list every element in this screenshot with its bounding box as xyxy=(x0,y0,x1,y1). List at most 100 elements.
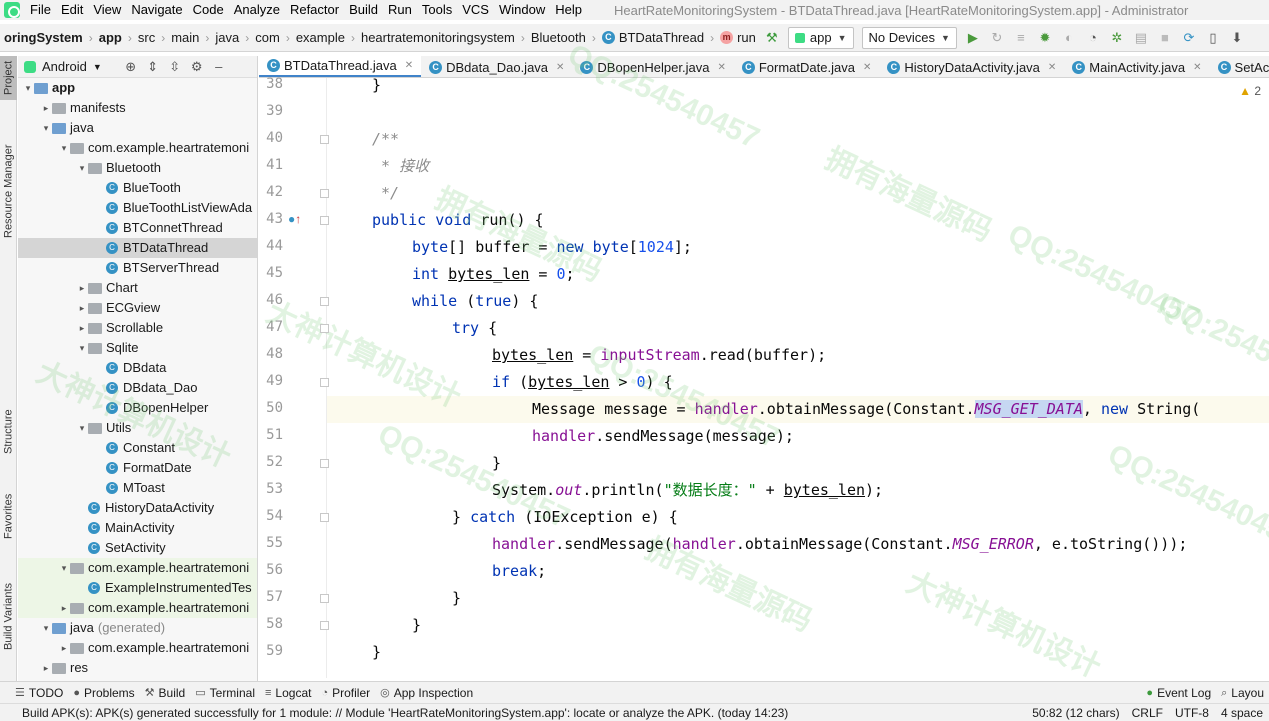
breadcrumb-item[interactable]: com xyxy=(251,30,284,45)
sync-gradle-icon[interactable]: ⟳ xyxy=(1180,29,1198,47)
device-manager-icon[interactable]: ▯ xyxy=(1204,29,1222,47)
breadcrumb-item[interactable]: oringSystem xyxy=(0,30,87,45)
inspection-warnings[interactable]: ▲ 2 xyxy=(1239,84,1261,98)
editor-tab[interactable]: C BTDataThread.java ✕ xyxy=(259,56,422,77)
tree-node[interactable]: ▸ com.example.heartratemoni xyxy=(18,638,257,658)
rerun-icon[interactable]: ↻ xyxy=(988,29,1006,47)
breadcrumb-item[interactable]: C BTDataThread xyxy=(598,30,708,45)
tool-button-app-inspection[interactable]: ◎ App Inspection xyxy=(380,686,473,700)
collapse-all-icon[interactable]: ⇳ xyxy=(164,59,186,75)
tree-node[interactable]: ▾ Sqlite xyxy=(18,338,257,358)
tree-node[interactable]: C SetActivity xyxy=(18,538,257,558)
menu-item-build[interactable]: Build xyxy=(345,0,384,20)
tree-node[interactable]: C MToast xyxy=(18,478,257,498)
tree-node[interactable]: ▾ java xyxy=(18,118,257,138)
fold-marker-icon[interactable] xyxy=(320,459,329,468)
tool-button-profiler[interactable]: ◔ Profiler xyxy=(321,686,370,700)
tree-node[interactable]: ▸ Scrollable xyxy=(18,318,257,338)
coverage-icon[interactable]: ✲ xyxy=(1108,29,1126,47)
chevron-down-icon[interactable]: ▼ xyxy=(93,62,102,72)
tree-node[interactable]: C DBopenHelper xyxy=(18,398,257,418)
indent-setting[interactable]: 4 space xyxy=(1221,706,1263,720)
editor-tab[interactable]: C DBdata_Dao.java ✕ xyxy=(421,56,572,77)
expanded-arrow-icon[interactable]: ▾ xyxy=(58,558,70,578)
fold-marker-icon[interactable] xyxy=(320,513,329,522)
expanded-arrow-icon[interactable]: ▾ xyxy=(58,138,70,158)
tree-node[interactable]: C MainActivity xyxy=(18,518,257,538)
build-hammer-icon[interactable]: ⚒ xyxy=(763,29,781,47)
menu-item-analyze[interactable]: Analyze xyxy=(230,0,286,20)
tree-node[interactable]: C Constant xyxy=(18,438,257,458)
line-separator[interactable]: CRLF xyxy=(1132,706,1163,720)
build-variants-tool-tab[interactable]: Build Variants xyxy=(0,574,17,658)
close-icon[interactable]: ✕ xyxy=(717,62,725,73)
tree-node[interactable]: ▸ com.example.heartratemoni xyxy=(18,598,257,618)
layout-inspector-button[interactable]: ⌕ Layou xyxy=(1221,686,1264,700)
tree-node[interactable]: C ExampleInstrumentedTes xyxy=(18,578,257,598)
apply-changes-icon[interactable]: ≡ xyxy=(1012,29,1030,47)
collapsed-arrow-icon[interactable]: ▸ xyxy=(58,598,70,618)
breadcrumb-item[interactable]: src xyxy=(134,30,159,45)
close-icon[interactable]: ✕ xyxy=(1048,62,1056,73)
override-marker-icon[interactable]: ●↑ xyxy=(288,212,301,226)
fold-marker-icon[interactable] xyxy=(320,189,329,198)
device-select[interactable]: No Devices ▼ xyxy=(861,26,957,49)
breadcrumb-item[interactable]: Bluetooth xyxy=(527,30,590,45)
profile-icon[interactable]: ◔ xyxy=(1084,29,1102,47)
tree-node[interactable]: ▾ Bluetooth xyxy=(18,158,257,178)
run-config-select[interactable]: app ▼ xyxy=(787,26,854,49)
tree-node[interactable]: C BTServerThread xyxy=(18,258,257,278)
tool-button-terminal[interactable]: ▭ Terminal xyxy=(195,686,255,700)
editor-tab[interactable]: C MainActivity.java ✕ xyxy=(1064,56,1209,77)
breadcrumb-item[interactable]: example xyxy=(292,30,349,45)
tree-node[interactable]: ▾ Utils xyxy=(18,418,257,438)
menu-item-navigate[interactable]: Navigate xyxy=(127,0,188,20)
project-view-mode[interactable]: Android xyxy=(42,59,87,74)
editor-tab[interactable]: C DBopenHelper.java ✕ xyxy=(572,56,733,77)
fold-marker-icon[interactable] xyxy=(320,621,329,630)
editor-tab[interactable]: CSetActiv xyxy=(1210,56,1269,77)
debug-icon[interactable]: ✹ xyxy=(1036,29,1054,47)
code-editor[interactable]: }/** * 接收 */public void run() {byte[] bu… xyxy=(327,78,1269,678)
tree-node[interactable]: ▾ app xyxy=(18,78,257,98)
breadcrumb-item[interactable]: m run xyxy=(716,30,760,45)
collapsed-arrow-icon[interactable]: ▸ xyxy=(76,298,88,318)
fold-marker-icon[interactable] xyxy=(320,135,329,144)
sdk-manager-icon[interactable]: ⬇ xyxy=(1228,29,1246,47)
collapsed-arrow-icon[interactable]: ▸ xyxy=(58,638,70,658)
menu-item-run[interactable]: Run xyxy=(384,0,418,20)
menu-item-vcs[interactable]: VCS xyxy=(458,0,495,20)
breadcrumb-item[interactable]: heartratemonitoringsystem xyxy=(357,30,519,45)
fold-marker-icon[interactable] xyxy=(320,378,329,387)
file-encoding[interactable]: UTF-8 xyxy=(1175,706,1209,720)
menu-item-refactor[interactable]: Refactor xyxy=(286,0,345,20)
tree-node[interactable]: C HistoryDataActivity xyxy=(18,498,257,518)
tree-node[interactable]: C DBdata_Dao xyxy=(18,378,257,398)
breadcrumb-item[interactable]: java xyxy=(211,30,243,45)
menu-item-code[interactable]: Code xyxy=(189,0,230,20)
tree-node[interactable]: C BlueToothListViewAda xyxy=(18,198,257,218)
editor-tab[interactable]: C FormatDate.java ✕ xyxy=(734,56,879,77)
tree-node[interactable]: C DBdata xyxy=(18,358,257,378)
structure-tool-tab[interactable]: Structure xyxy=(0,402,17,462)
close-icon[interactable]: ✕ xyxy=(556,62,564,73)
tree-node[interactable]: C BTConnetThread xyxy=(18,218,257,238)
fold-marker-icon[interactable] xyxy=(320,216,329,225)
fold-marker-icon[interactable] xyxy=(320,594,329,603)
stop-icon[interactable]: ■ xyxy=(1156,29,1174,47)
attach-debugger-icon[interactable]: ◐ xyxy=(1060,29,1078,47)
fold-marker-icon[interactable] xyxy=(320,324,329,333)
expanded-arrow-icon[interactable]: ▾ xyxy=(22,78,34,98)
collapsed-arrow-icon[interactable]: ▸ xyxy=(76,318,88,338)
expanded-arrow-icon[interactable]: ▾ xyxy=(40,118,52,138)
tree-node[interactable]: ▾ com.example.heartratemoni xyxy=(18,558,257,578)
tool-button-todo[interactable]: ☰ TODO xyxy=(15,686,63,700)
run-icon[interactable]: ▶ xyxy=(964,29,982,47)
close-icon[interactable]: ✕ xyxy=(1193,62,1201,73)
breadcrumb-item[interactable]: main xyxy=(167,30,203,45)
tree-node[interactable]: C BlueTooth xyxy=(18,178,257,198)
menu-item-window[interactable]: Window xyxy=(495,0,551,20)
gear-icon[interactable]: ⚙ xyxy=(186,59,208,75)
favorites-tool-tab[interactable]: Favorites xyxy=(0,486,17,546)
expanded-arrow-icon[interactable]: ▾ xyxy=(76,158,88,178)
